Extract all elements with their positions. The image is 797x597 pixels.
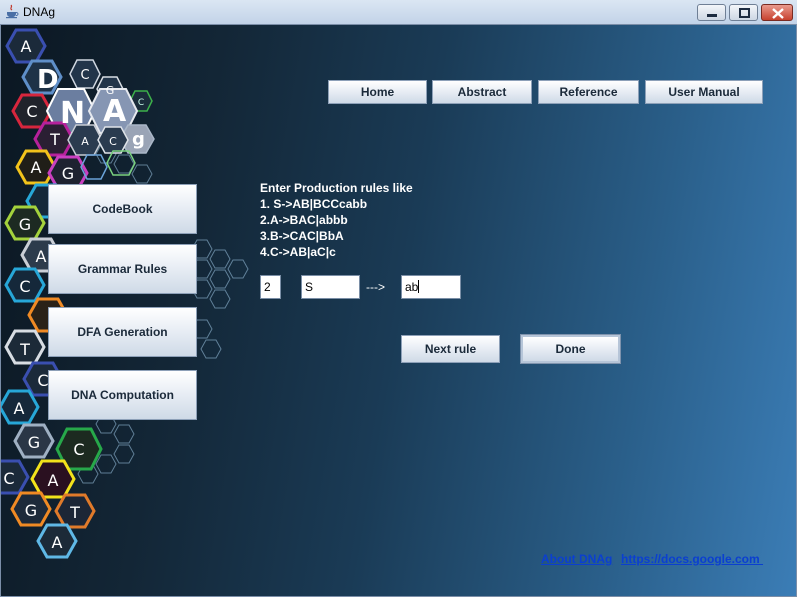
instruction-example-4: 4.C->AB|aC|c [260, 245, 336, 259]
svg-text:G: G [62, 164, 74, 183]
done-button[interactable]: Done [520, 334, 621, 364]
svg-text:A: A [48, 471, 59, 490]
logo-letter-g: g [132, 129, 145, 150]
svg-text:A: A [14, 399, 25, 418]
dfa-generation-button[interactable]: DFA Generation [48, 307, 197, 357]
instruction-example-1: 1. S->AB|BCCcabb [260, 197, 368, 211]
instructions-heading: Enter Production rules like [260, 181, 413, 195]
svg-text:G: G [19, 215, 31, 234]
svg-text:C: C [37, 371, 48, 390]
production-arrow: ---> [366, 280, 385, 294]
svg-text:A: A [36, 247, 47, 266]
dna-computation-button[interactable]: DNA Computation [48, 370, 197, 420]
window-title: DNAg [23, 5, 56, 19]
java-cup-icon [6, 4, 19, 19]
grammar-rules-button[interactable]: Grammar Rules [48, 244, 197, 294]
svg-text:T: T [19, 340, 30, 359]
next-rule-button[interactable]: Next rule [401, 335, 500, 363]
logo-letter-n: N [60, 96, 85, 131]
codebook-button[interactable]: CodeBook [48, 184, 197, 234]
minimize-button[interactable] [697, 4, 726, 21]
logo-letter-d: D [37, 65, 59, 95]
dnag-logo: D N A g [37, 65, 145, 150]
logo-letter-a: A [103, 94, 127, 129]
svg-text:G: G [25, 501, 37, 520]
nav-abstract-button[interactable]: Abstract [432, 80, 532, 104]
svg-text:T: T [69, 503, 80, 522]
nav-user-manual-button[interactable]: User Manual [645, 80, 763, 104]
svg-text:A: A [52, 533, 63, 552]
svg-text:C: C [19, 277, 30, 296]
nav-home-button[interactable]: Home [328, 80, 427, 104]
left-side-field[interactable]: S [301, 275, 360, 299]
production-rules-instructions: Enter Production rules like 1. S->AB|BCC… [260, 180, 413, 260]
instruction-example-3: 3.B->CAC|BbA [260, 229, 344, 243]
svg-text:C: C [3, 469, 14, 488]
right-side-field[interactable]: ab [401, 275, 461, 299]
title-bar: DNAg [0, 0, 797, 25]
svg-text:C: C [73, 440, 84, 459]
text-cursor [418, 280, 420, 293]
maximize-button[interactable] [729, 4, 758, 21]
docs-google-link[interactable]: https://docs.google.com [621, 552, 763, 566]
rule-number-field[interactable]: 2 [260, 275, 281, 299]
maximize-icon [739, 8, 750, 18]
close-icon [772, 8, 784, 19]
close-button[interactable] [761, 4, 793, 21]
svg-text:G: G [28, 433, 40, 452]
nav-reference-button[interactable]: Reference [538, 80, 639, 104]
minimize-icon [707, 14, 717, 17]
instruction-example-2: 2.A->BAC|abbb [260, 213, 348, 227]
right-side-value: ab [405, 280, 419, 294]
about-dnag-link[interactable]: About DNAg [541, 552, 612, 566]
